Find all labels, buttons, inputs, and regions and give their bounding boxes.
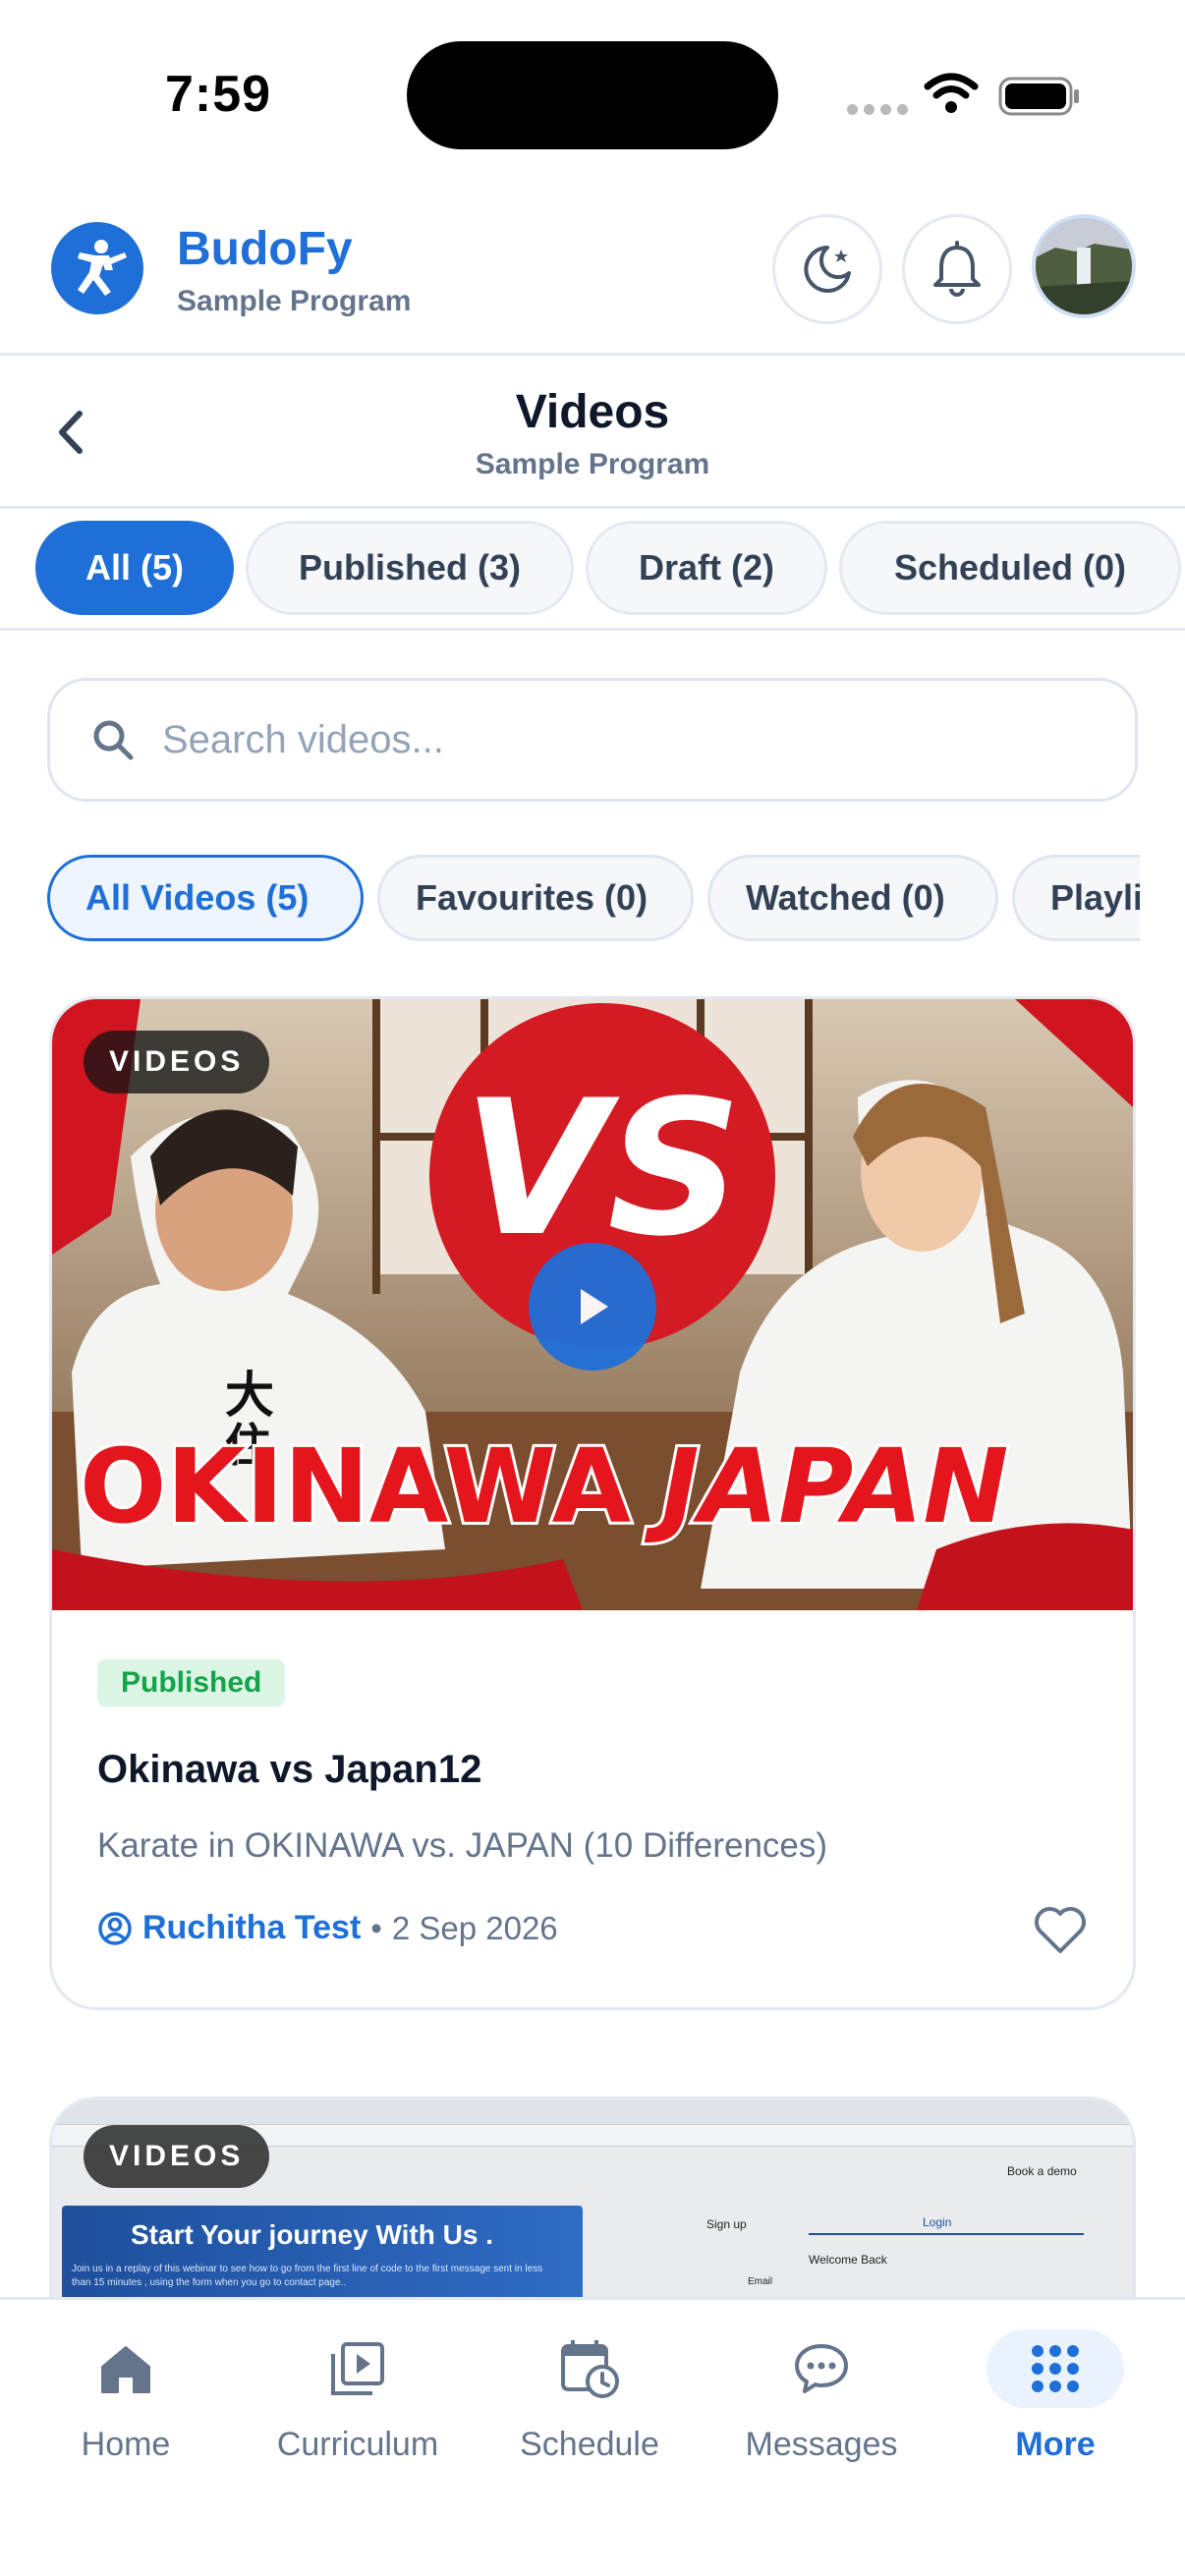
play-button[interactable] — [529, 1243, 656, 1371]
search-icon — [93, 720, 134, 760]
budofy-logo[interactable] — [51, 222, 143, 314]
nav-curriculum-label: Curriculum — [276, 2426, 439, 2463]
tab-published[interactable]: Published (3) — [246, 521, 574, 615]
dark-mode-toggle-button[interactable] — [772, 214, 882, 324]
app-header: BudoFy Sample Program — [0, 187, 1185, 356]
heart-icon — [1035, 1907, 1086, 1953]
page-title-bar: Videos Sample Program — [0, 356, 1185, 509]
tab-all[interactable]: All (5) — [35, 521, 234, 615]
home-icon — [72, 2329, 180, 2408]
page-title: Videos — [515, 386, 670, 438]
play-icon — [581, 1289, 608, 1324]
waterfall-avatar-image — [1036, 218, 1132, 314]
filter-playlists[interactable]: Playli — [1012, 855, 1140, 941]
status-bar: 7:59 — [0, 0, 1185, 187]
video-description: Karate in OKINAWA vs. JAPAN (10 Differen… — [97, 1826, 828, 1865]
login-text: Login — [923, 2215, 952, 2229]
user-circle-icon — [98, 1911, 132, 1945]
page-subtitle: Sample Program — [475, 448, 710, 480]
search-box — [47, 678, 1138, 802]
moon-icon — [804, 246, 851, 293]
martial-artist-icon — [78, 240, 127, 296]
bell-icon — [933, 241, 981, 297]
cellular-signal-icon — [847, 104, 908, 115]
notifications-button[interactable] — [902, 214, 1012, 324]
tab-scheduled[interactable]: Scheduled (0) — [839, 521, 1181, 615]
status-tabs: All (5) Published (3) Draft (2) Schedule… — [0, 509, 1185, 631]
chat-bubble-icon — [767, 2329, 875, 2408]
nav-schedule[interactable]: Schedule — [474, 2329, 705, 2496]
welcome-text: Welcome Back — [809, 2253, 887, 2267]
videos-badge: VIDEOS — [84, 2125, 270, 2188]
filter-all-videos[interactable]: All Videos (5) — [47, 855, 364, 941]
calendar-clock-icon — [536, 2329, 644, 2408]
video-date: 2 Sep 2026 — [391, 1909, 558, 1946]
tab-draft[interactable]: Draft (2) — [586, 521, 827, 615]
battery-icon — [998, 77, 1079, 116]
videos-badge: VIDEOS — [84, 1031, 270, 1093]
book-demo-text: Book a demo — [1007, 2164, 1077, 2178]
banner-text: Join us in a replay of this webinar to s… — [72, 2264, 543, 2288]
nav-messages-label: Messages — [745, 2426, 898, 2463]
kanji-text: 大 — [225, 1367, 274, 1424]
filter-favourites[interactable]: Favourites (0) — [377, 855, 694, 941]
dynamic-island — [407, 41, 778, 149]
program-name: Sample Program — [177, 285, 412, 317]
filter-watched[interactable]: Watched (0) — [707, 855, 998, 941]
email-label: Email — [748, 2276, 773, 2287]
video-meta: Ruchitha Test • 2 Sep 2026 — [97, 1909, 558, 1947]
video-filters: All Videos (5) Favourites (0) Watched (0… — [0, 851, 1140, 945]
grid-dots-icon — [987, 2329, 1124, 2408]
okinawa-text: OKINAWA — [80, 1427, 631, 1546]
video-author[interactable]: Ruchitha Test — [142, 1909, 361, 1947]
bottom-navigation: Home Curriculum Schedule Messages More — [0, 2297, 1185, 2576]
japan-text: JAPAN — [644, 1427, 1008, 1546]
nav-curriculum[interactable]: Curriculum — [242, 2329, 474, 2496]
video-card[interactable]: 大 住 VS OKINAWA JAPAN VIDEOS Published Ok… — [49, 996, 1136, 2010]
nav-schedule-label: Schedule — [520, 2426, 659, 2463]
nav-home-label: Home — [81, 2426, 171, 2463]
wifi-icon — [924, 73, 979, 113]
user-avatar[interactable] — [1032, 214, 1136, 318]
status-badge: Published — [97, 1659, 286, 1707]
signup-text: Sign up — [706, 2217, 747, 2231]
nav-more[interactable]: More — [939, 2329, 1171, 2496]
banner-title: Start Your journey With Us . — [131, 2219, 493, 2250]
search-input[interactable] — [162, 700, 1105, 779]
status-time: 7:59 — [165, 66, 272, 123]
meta-separator: • — [370, 1909, 382, 1946]
video-thumbnail[interactable]: 大 住 VS OKINAWA JAPAN VIDEOS — [52, 999, 1133, 1610]
nav-more-label: More — [1015, 2426, 1096, 2463]
video-title[interactable]: Okinawa vs Japan12 — [97, 1748, 481, 1792]
video-library-icon — [304, 2329, 412, 2408]
brand-name: BudoFy — [177, 223, 353, 275]
nav-home[interactable]: Home — [10, 2329, 242, 2496]
nav-messages[interactable]: Messages — [705, 2329, 937, 2496]
favourite-button[interactable] — [1031, 1901, 1090, 1960]
